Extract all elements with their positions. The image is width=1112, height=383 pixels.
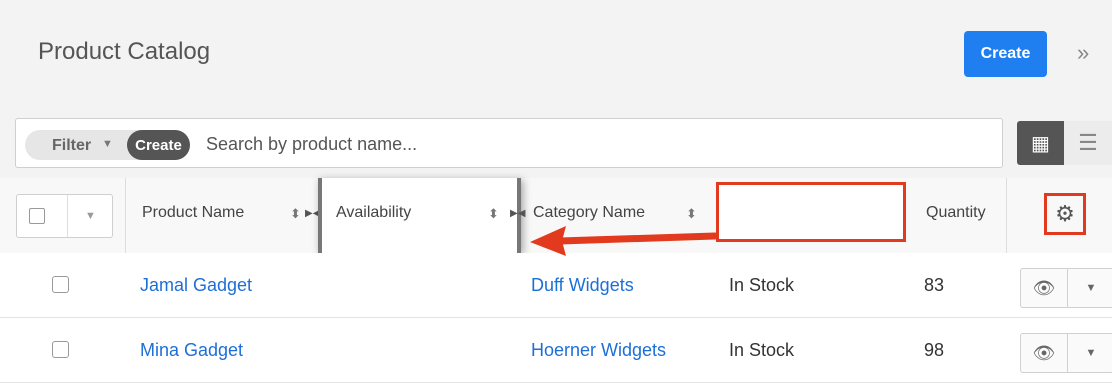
select-all-control[interactable]: ▼	[16, 194, 113, 238]
filter-label: Filter	[52, 137, 92, 154]
column-drop-target	[716, 182, 906, 242]
view-toggle: ▦ ☰	[1017, 121, 1112, 165]
drag-arrow-annotation	[530, 226, 719, 256]
row-actions: 👁 ▼	[1020, 268, 1112, 308]
caret-down-icon[interactable]: ▼	[1067, 269, 1112, 307]
product-name-link[interactable]: Mina Gadget	[140, 340, 243, 361]
category-name-link[interactable]: Duff Widgets	[531, 275, 634, 296]
column-header-quantity[interactable]: Quantity	[926, 204, 986, 222]
sort-icon: ⬍	[488, 206, 499, 221]
grid-view-icon[interactable]: ▦	[1017, 121, 1064, 165]
row-actions: 👁 ▼	[1020, 333, 1112, 373]
page-header: Product Catalog Create »	[0, 0, 1112, 109]
gear-icon[interactable]: ⚙	[1044, 193, 1086, 235]
dragged-column-availability[interactable]: Availability ⬍	[318, 178, 521, 253]
list-view-icon[interactable]: ☰	[1064, 121, 1112, 165]
eye-icon[interactable]: 👁	[1021, 269, 1067, 307]
select-all-checkbox[interactable]	[29, 208, 45, 224]
filter-create-button[interactable]: Create	[127, 130, 190, 160]
eye-icon[interactable]: 👁	[1021, 334, 1067, 372]
quantity-value: 83	[924, 275, 945, 295]
filter-pill[interactable]: Filter ▼ Create	[25, 130, 190, 160]
search-input[interactable]	[204, 128, 988, 160]
caret-down-icon[interactable]: ▼	[67, 195, 113, 237]
row-checkbox[interactable]	[52, 276, 69, 293]
caret-down-icon[interactable]: ▼	[1067, 334, 1112, 372]
create-button[interactable]: Create	[964, 31, 1047, 77]
category-name-link[interactable]: Hoerner Widgets	[531, 340, 666, 361]
quantity-value: 98	[924, 340, 945, 360]
double-chevron-right-icon[interactable]: »	[1077, 40, 1089, 66]
column-header-product-name[interactable]: Product Name	[142, 204, 244, 222]
sort-icon[interactable]: ⬍	[290, 206, 301, 222]
search-box: Filter ▼ Create	[15, 118, 1003, 168]
availability-value: In Stock	[729, 340, 795, 360]
column-header-availability: Availability	[336, 204, 412, 221]
product-name-link[interactable]: Jamal Gadget	[140, 275, 252, 296]
page-title: Product Catalog	[38, 38, 211, 65]
caret-down-icon: ▼	[102, 138, 113, 150]
row-checkbox[interactable]	[52, 341, 69, 358]
table-row: Mina Gadget Hoerner Widgets In Stock 98 …	[0, 318, 1112, 383]
availability-value: In Stock	[729, 275, 795, 295]
filter-bar: Filter ▼ Create ▦ ☰	[0, 108, 1112, 179]
product-table: ▼ Product Name ⬍ ▶◀ Availability ⬍ ▶◀ Ca…	[0, 178, 1112, 383]
